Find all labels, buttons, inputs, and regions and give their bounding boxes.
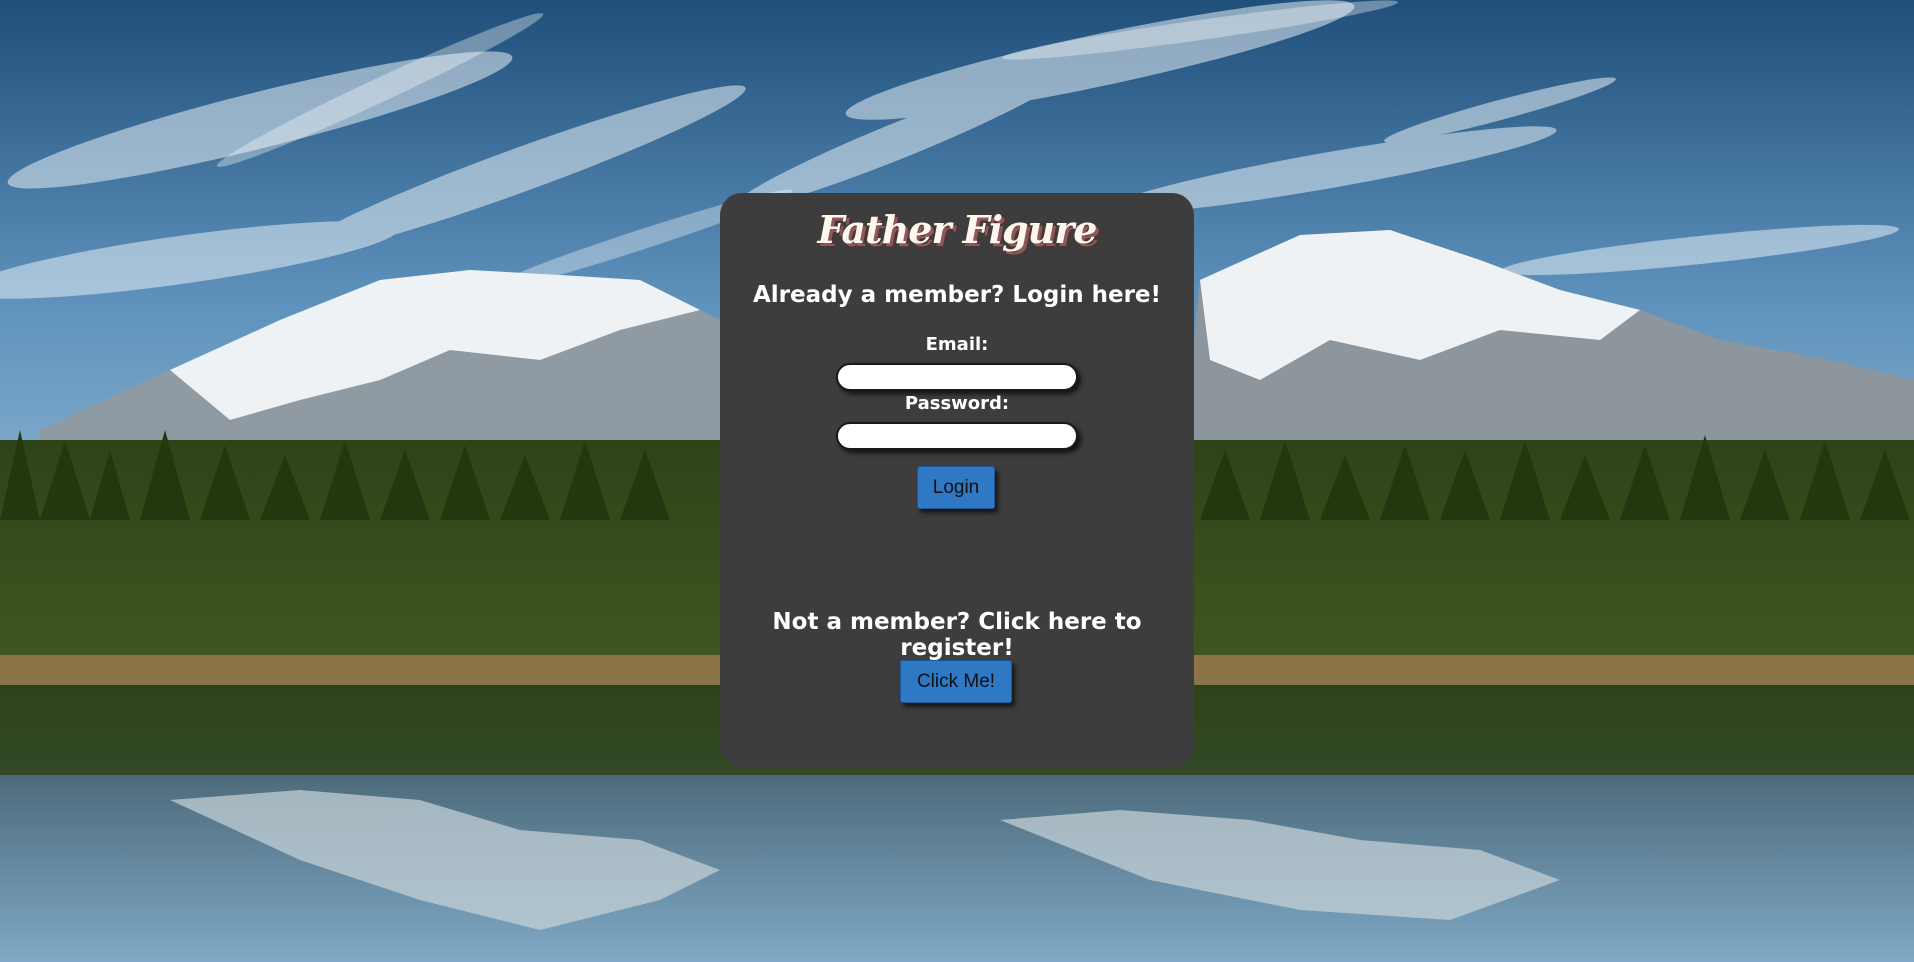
login-button[interactable]: Login bbox=[917, 466, 995, 509]
email-input[interactable] bbox=[836, 363, 1078, 391]
register-button[interactable]: Click Me! bbox=[900, 660, 1012, 703]
password-label: Password: bbox=[904, 393, 1010, 414]
email-label: Email: bbox=[925, 334, 989, 355]
login-card: Father Figure Already a member? Login he… bbox=[720, 193, 1194, 767]
login-heading: Already a member? Login here! bbox=[752, 282, 1161, 308]
password-input[interactable] bbox=[836, 422, 1078, 450]
register-heading: Not a member? Click here to register! bbox=[772, 609, 1142, 661]
brand-title: Father Figure bbox=[817, 207, 1098, 252]
